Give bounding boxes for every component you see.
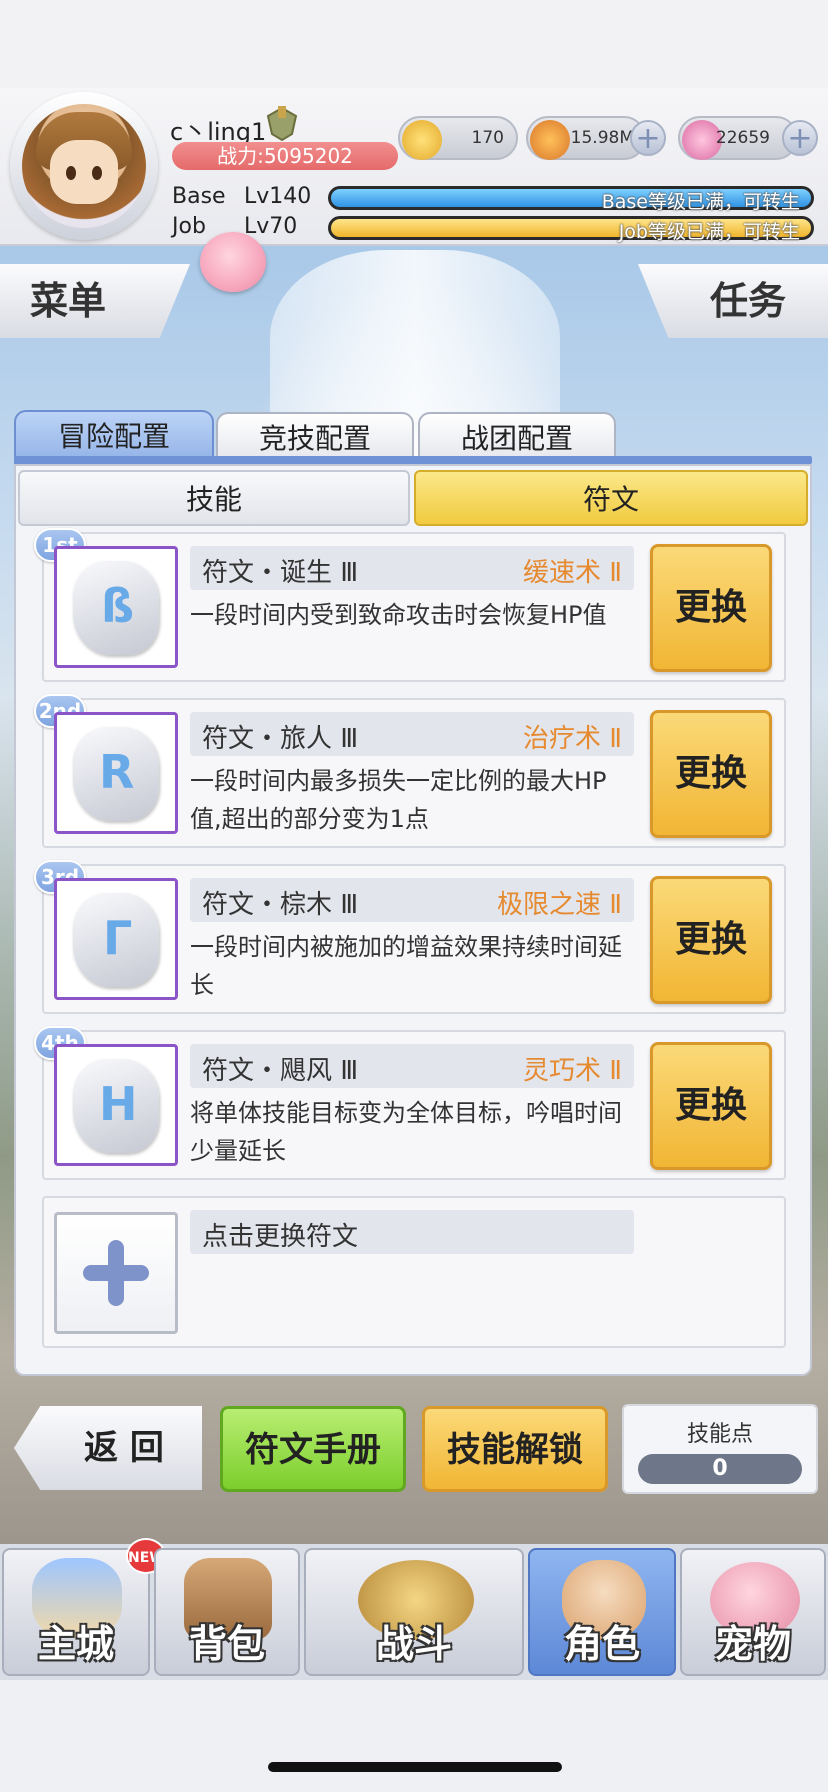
rune-title-bar: 符文・诞生 Ⅲ 缓速术 Ⅱ	[190, 546, 634, 590]
tab-underline	[14, 456, 812, 464]
menu-button[interactable]: 菜单	[0, 264, 190, 338]
rune-linked-skill: 灵巧术 Ⅱ	[522, 1056, 622, 1086]
rune-title-bar: 符文・旅人 Ⅲ 治疗术 Ⅱ	[190, 712, 634, 756]
home-indicator[interactable]	[268, 1762, 562, 1772]
currency-zeny: 170	[398, 116, 518, 160]
empty-slot-text: 点击更换符文	[202, 1222, 359, 1252]
nav-backpack[interactable]: 背包	[154, 1548, 300, 1676]
rune-slot[interactable]: R	[54, 712, 178, 834]
nav-main-city[interactable]: 主城	[2, 1548, 150, 1676]
nav-label: 角色	[563, 1622, 640, 1666]
rune-name: 符文・诞生 Ⅲ	[202, 558, 359, 588]
nav-pet[interactable]: 宠物	[680, 1548, 826, 1676]
home-area	[0, 1680, 828, 1792]
rune-slot[interactable]: Γ	[54, 878, 178, 1000]
nav-label: 战斗	[375, 1622, 452, 1666]
rune-glyph: ß	[101, 579, 135, 633]
rune-name: 符文・飓风 Ⅲ	[202, 1056, 359, 1086]
combat-power: 战力:5095202	[172, 142, 398, 170]
add-gold-button[interactable]: +	[630, 120, 666, 156]
rune-description: 一段时间内被施加的增益效果持续时间延长	[190, 933, 622, 999]
segment-skill[interactable]: 技能	[18, 470, 410, 526]
rune-linked-skill: 治疗术 Ⅱ	[522, 724, 622, 754]
back-button[interactable]: 返 回	[14, 1406, 202, 1490]
rune-glyph: R	[99, 745, 135, 799]
job-exp-bar: Job等级已满，可转生	[328, 216, 814, 243]
guild-emblem-icon[interactable]	[262, 104, 302, 144]
rune-title-bar: 符文・棕木 Ⅲ 极限之速 Ⅱ	[190, 878, 634, 922]
avatar-eye-right	[92, 166, 102, 180]
quest-button[interactable]: 任务	[638, 264, 828, 338]
skill-points-label: 技能点	[686, 1422, 753, 1447]
rune-name: 符文・棕木 Ⅲ	[202, 890, 359, 920]
base-exp-text: Base等级已满，可转生	[601, 191, 800, 213]
swap-rune-button[interactable]: 更换	[650, 544, 772, 672]
base-label: Base	[172, 184, 226, 209]
currency-gold: 15.98M	[526, 116, 646, 160]
swap-rune-button[interactable]: 更换	[650, 710, 772, 838]
nav-battle[interactable]: 战斗	[304, 1548, 524, 1676]
rune-slot[interactable]: H	[54, 1044, 178, 1166]
avatar-eye-left	[66, 166, 76, 180]
nav-label: 宠物	[714, 1622, 791, 1666]
rune-description: 一段时间内最多损失一定比例的最大HP值,超出的部分变为1点	[190, 767, 607, 833]
rune-stone-icon: H	[73, 1059, 159, 1153]
skill-points-value: 0	[638, 1454, 802, 1484]
rune-description: 将单体技能目标变为全体目标，吟唱时间少量延长	[190, 1099, 622, 1165]
avatar-face	[50, 140, 118, 204]
status-bar-area	[0, 0, 828, 88]
rune-glyph: H	[99, 1077, 138, 1131]
rune-slot[interactable]: ß	[54, 546, 178, 668]
rune-stone-icon: R	[73, 727, 159, 821]
rune-stone-icon: Γ	[73, 893, 159, 987]
add-rune-slot[interactable]	[54, 1212, 178, 1334]
zeny-coin-icon	[402, 120, 442, 160]
tab-arena-config[interactable]: 竞技配置	[216, 412, 414, 462]
job-exp-text: Job等级已满，可转生	[618, 221, 800, 243]
tab-guild-config[interactable]: 战团配置	[418, 412, 616, 462]
currency-value: 170	[471, 128, 504, 148]
skill-unlock-button[interactable]: 技能解锁	[422, 1406, 608, 1492]
swap-rune-button[interactable]: 更换	[650, 876, 772, 1004]
currency-value: 15.98M	[570, 128, 634, 148]
empty-slot-bar: 点击更换符文	[190, 1210, 634, 1254]
job-label: Job	[172, 214, 206, 239]
rune-linked-skill: 极限之速 Ⅱ	[496, 890, 622, 920]
nav-label: 背包	[188, 1622, 265, 1666]
swap-rune-button[interactable]: 更换	[650, 1042, 772, 1170]
add-gem-button[interactable]: +	[782, 120, 818, 156]
base-level: Lv140	[244, 184, 312, 209]
rune-manual-button[interactable]: 符文手册	[220, 1406, 406, 1492]
currency-value: 22659	[715, 128, 770, 148]
gold-coin-icon	[530, 120, 570, 160]
skill-points-box: 技能点 0	[622, 1404, 818, 1494]
plus-icon-vertical	[108, 1240, 124, 1306]
rune-glyph: Γ	[103, 911, 133, 965]
rune-description: 一段时间内受到致命攻击时会恢复HP值	[190, 601, 607, 629]
rune-linked-skill: 缓速术 Ⅱ	[522, 558, 622, 588]
job-level: Lv70	[244, 214, 298, 239]
currency-gem: 22659	[678, 116, 798, 160]
rune-name: 符文・旅人 Ⅲ	[202, 724, 359, 754]
nav-label: 主城	[37, 1622, 114, 1666]
nav-character[interactable]: 角色	[528, 1548, 676, 1676]
rune-title-bar: 符文・飓风 Ⅲ 灵巧术 Ⅱ	[190, 1044, 634, 1088]
rune-stone-icon: ß	[73, 561, 159, 655]
base-exp-bar: Base等级已满，可转生	[328, 186, 814, 213]
pet-poring-icon[interactable]	[200, 232, 266, 292]
segment-rune[interactable]: 符文	[414, 470, 808, 526]
